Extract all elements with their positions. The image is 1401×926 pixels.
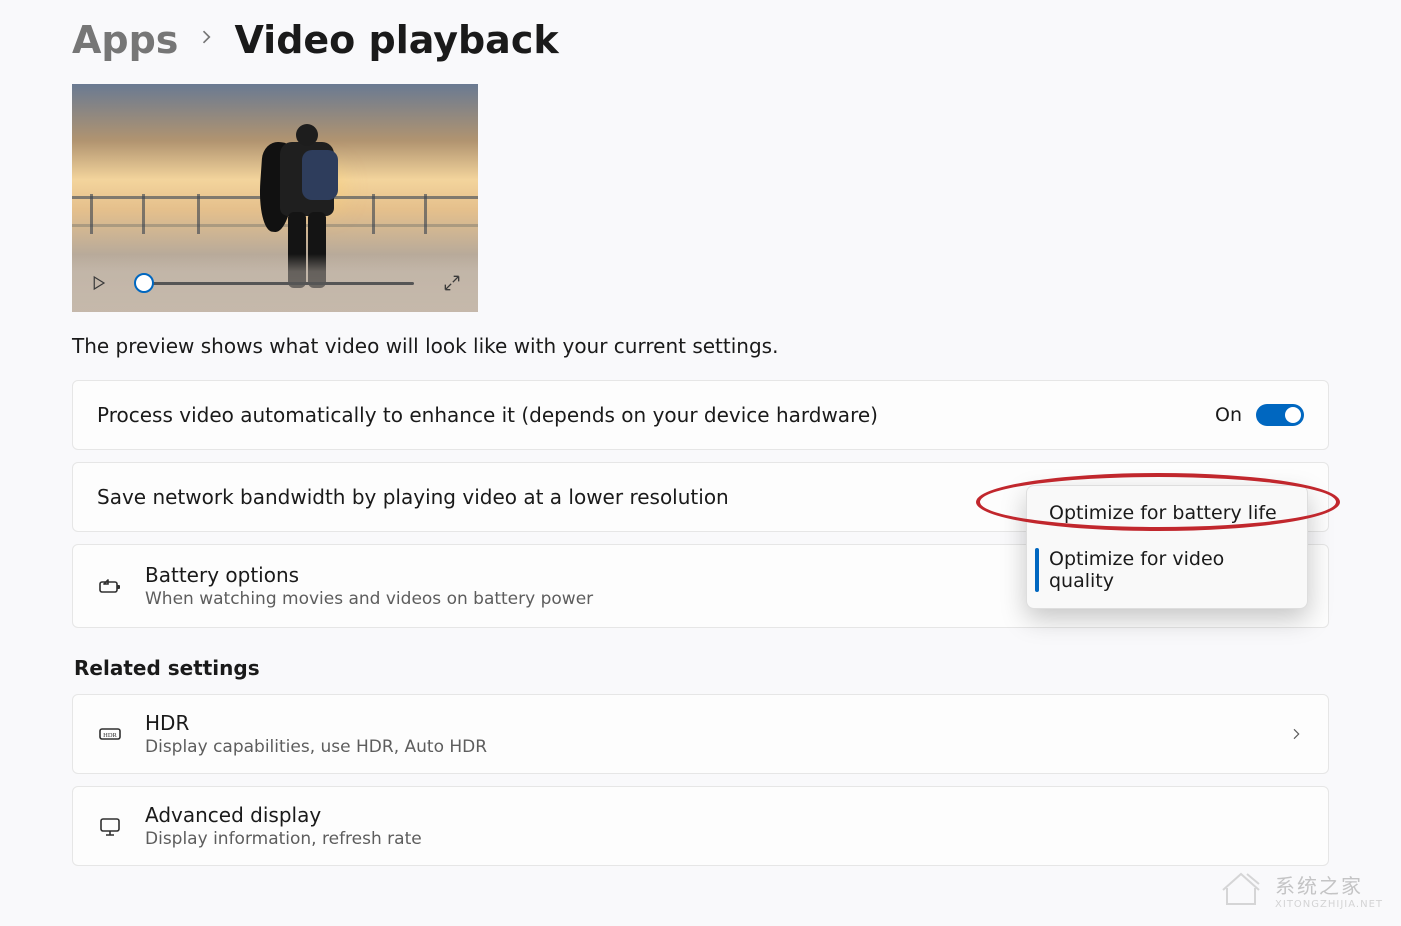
related-item-subtitle: Display capabilities, use HDR, Auto HDR <box>145 737 1266 757</box>
breadcrumb: Apps Video playback <box>72 18 1329 62</box>
breadcrumb-parent[interactable]: Apps <box>72 18 178 62</box>
toggle-state-text: On <box>1215 404 1242 426</box>
related-item-subtitle: Display information, refresh rate <box>145 829 1304 849</box>
related-settings-heading: Related settings <box>74 656 1329 680</box>
dropdown-option-battery-life[interactable]: Optimize for battery life <box>1027 490 1307 536</box>
hdr-icon: HDR <box>97 722 123 746</box>
related-item-hdr[interactable]: HDR HDR Display capabilities, use HDR, A… <box>72 694 1329 774</box>
watermark-text: 系统之家 <box>1275 870 1383 899</box>
seek-slider[interactable] <box>136 282 414 285</box>
related-item-title: Advanced display <box>145 803 1304 827</box>
battery-options-dropdown: Optimize for battery life Optimize for v… <box>1026 485 1308 609</box>
play-button[interactable] <box>88 273 108 293</box>
watermark: 系统之家 XITONGZHIJIA.NET <box>1217 868 1383 912</box>
page-title: Video playback <box>234 18 558 62</box>
house-icon <box>1217 868 1265 912</box>
dropdown-option-video-quality[interactable]: Optimize for video quality <box>1027 536 1307 604</box>
toggle-switch[interactable] <box>1256 404 1304 426</box>
chevron-right-icon <box>196 27 216 53</box>
monitor-icon <box>97 814 123 838</box>
watermark-url: XITONGZHIJIA.NET <box>1275 899 1383 910</box>
setting-enhance-video[interactable]: Process video automatically to enhance i… <box>72 380 1329 450</box>
svg-text:HDR: HDR <box>103 732 117 739</box>
battery-icon <box>97 574 123 598</box>
related-item-advanced-display[interactable]: Advanced display Display information, re… <box>72 786 1329 866</box>
preview-caption: The preview shows what video will look l… <box>72 334 1329 358</box>
video-controls <box>72 254 478 312</box>
video-preview[interactable] <box>72 84 478 312</box>
setting-label: Process video automatically to enhance i… <box>97 403 1193 427</box>
related-item-title: HDR <box>145 711 1266 735</box>
chevron-right-icon <box>1288 726 1304 742</box>
setting-battery-options[interactable]: Battery options When watching movies and… <box>72 544 1329 628</box>
seek-thumb[interactable] <box>134 273 154 293</box>
fullscreen-button[interactable] <box>442 273 462 293</box>
